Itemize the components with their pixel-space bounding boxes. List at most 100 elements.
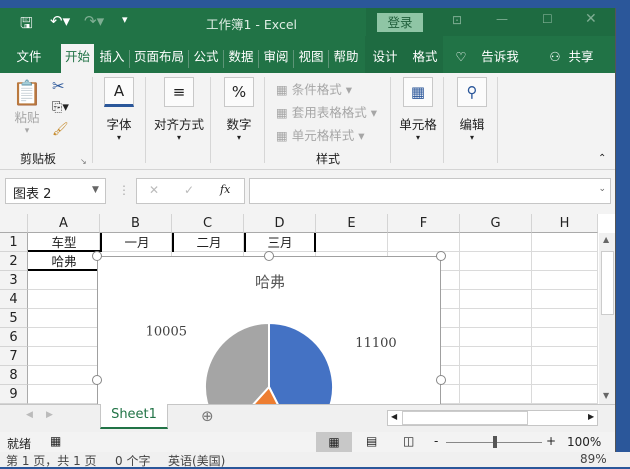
scroll-up-icon[interactable]: ▲ <box>603 235 609 244</box>
row-header-5[interactable]: 5 <box>0 309 28 328</box>
prev-sheet-icon[interactable]: ◀ <box>26 410 33 420</box>
collapse-ribbon-icon[interactable]: ⌃ <box>598 153 606 164</box>
ribbon-display-icon[interactable]: ⊡ <box>452 13 462 27</box>
dialog-launcher-icon[interactable]: ↘ <box>80 157 87 166</box>
minimize-button[interactable]: — <box>496 12 508 26</box>
lightbulb-icon: ♡ <box>455 49 467 64</box>
resize-handle[interactable] <box>264 251 274 261</box>
paste-button[interactable]: 📋 粘贴 ▾ <box>12 79 42 136</box>
name-box-value: 图表 2 <box>13 187 52 202</box>
tab-data[interactable]: 数据 <box>225 44 257 73</box>
column-header-G[interactable]: G <box>460 214 532 233</box>
redo-icon[interactable]: ↷▾ <box>84 12 104 30</box>
zoom-level[interactable]: 100% <box>567 435 601 449</box>
alignment-button[interactable]: ≡ 对齐方式 ▾ <box>150 77 208 142</box>
scroll-thumb[interactable] <box>601 251 614 315</box>
cell-A2[interactable]: 哈弗 <box>28 252 100 271</box>
row-header-8[interactable]: 8 <box>0 366 28 385</box>
scroll-left-icon[interactable]: ◀ <box>391 412 397 421</box>
row-header-2[interactable]: 2 <box>0 252 28 271</box>
column-header-B[interactable]: B <box>100 214 172 233</box>
format-painter-icon[interactable]: 🖌 <box>52 122 69 137</box>
add-sheet-icon[interactable]: ⊕ <box>201 407 214 425</box>
normal-view-button[interactable]: ▦ <box>316 432 352 452</box>
tab-view[interactable]: 视图 <box>295 44 327 73</box>
zoom-out-button[interactable]: - <box>434 434 438 448</box>
page-break-view-icon[interactable]: ◫ <box>403 434 414 448</box>
login-button[interactable]: 登录 <box>377 13 423 32</box>
cancel-icon[interactable]: ✕ <box>149 183 159 197</box>
name-box[interactable]: 图表 2 ▼ <box>5 178 106 204</box>
copy-icon[interactable]: ⎘▾ <box>52 100 69 115</box>
next-sheet-icon[interactable]: ▶ <box>46 410 53 420</box>
cell-A1[interactable]: 车型 <box>28 233 100 252</box>
resize-handle[interactable] <box>92 375 102 385</box>
title-bar: 🖫 ↶▾ ↷▾ ▾ 工作簿1 - Excel 登录 ⊡ — ☐ ✕ <box>0 8 615 38</box>
column-header-H[interactable]: H <box>532 214 598 233</box>
resize-handle[interactable] <box>92 251 102 261</box>
close-button[interactable]: ✕ <box>585 11 597 27</box>
word-page-count: 第 1 页，共 1 页 <box>6 454 97 468</box>
tab-insert[interactable]: 插入 <box>96 44 128 73</box>
tab-home[interactable]: 开始 <box>61 44 94 73</box>
save-icon[interactable]: 🖫 <box>20 13 33 38</box>
expand-formula-icon[interactable]: ⌄ <box>598 184 606 194</box>
tab-help[interactable]: 帮助 <box>330 44 362 73</box>
font-button[interactable]: A 字体 ▾ <box>101 77 137 142</box>
table-format-button[interactable]: ▦ 套用表格格式 ▾ <box>276 102 377 121</box>
tab-format[interactable]: 格式 <box>408 44 442 73</box>
formula-input[interactable]: ⌄ <box>249 178 611 204</box>
resize-handle[interactable] <box>436 251 446 261</box>
conditional-format-button[interactable]: ▦ 条件格式 ▾ <box>276 79 352 98</box>
pie-chart[interactable]: 哈弗 11100 10005 <box>97 256 441 452</box>
scroll-right-icon[interactable]: ▶ <box>588 412 594 421</box>
enter-icon[interactable]: ✓ <box>184 183 194 197</box>
font-icon: A <box>104 77 134 107</box>
tab-review[interactable]: 审阅 <box>260 44 292 73</box>
cell-C1[interactable]: 二月 <box>172 233 244 252</box>
tab-page-layout[interactable]: 页面布局 <box>131 44 187 73</box>
cell-B1[interactable]: 一月 <box>100 233 172 252</box>
column-header-C[interactable]: C <box>172 214 244 233</box>
row-header-9[interactable]: 9 <box>0 385 28 404</box>
page-layout-view-icon[interactable]: ▤ <box>366 434 377 448</box>
row-header-3[interactable]: 3 <box>0 271 28 290</box>
tab-file[interactable]: 文件 <box>8 44 50 73</box>
tell-me-button[interactable]: 告诉我 <box>478 44 522 73</box>
undo-icon[interactable]: ↶▾ <box>50 12 70 30</box>
scroll-thumb[interactable] <box>402 411 528 425</box>
share-button[interactable]: 共享 <box>564 44 598 73</box>
column-header-F[interactable]: F <box>388 214 460 233</box>
row-header-1[interactable]: 1 <box>0 233 28 252</box>
zoom-slider-thumb[interactable] <box>493 436 497 448</box>
scroll-down-icon[interactable]: ▼ <box>603 391 609 400</box>
row-header-7[interactable]: 7 <box>0 347 28 366</box>
font-label: 字体 <box>106 117 132 132</box>
cut-icon[interactable]: ✂ <box>52 77 65 95</box>
tab-design[interactable]: 设计 <box>368 44 402 73</box>
resize-handle[interactable] <box>436 375 446 385</box>
vertical-scrollbar[interactable]: ▲ ▼ <box>599 233 615 404</box>
insert-function-icon[interactable]: fx <box>220 183 230 196</box>
column-header-E[interactable]: E <box>316 214 388 233</box>
status-bar: 就绪 ▦ ▦ ▤ ◫ - + 100% <box>0 432 615 452</box>
row-header-4[interactable]: 4 <box>0 290 28 309</box>
number-button[interactable]: % 数字 ▾ <box>221 77 257 142</box>
horizontal-scrollbar[interactable]: ◀ ▶ <box>387 410 598 426</box>
column-header-D[interactable]: D <box>244 214 316 233</box>
cells-button[interactable]: ▦ 单元格 ▾ <box>398 77 438 142</box>
tab-formulas[interactable]: 公式 <box>190 44 222 73</box>
macro-record-icon[interactable]: ▦ <box>50 434 61 448</box>
customize-qat-icon[interactable]: ▾ <box>122 13 128 26</box>
maximize-button[interactable]: ☐ <box>542 12 553 26</box>
row-header-6[interactable]: 6 <box>0 328 28 347</box>
cell-D1[interactable]: 三月 <box>244 233 316 252</box>
column-header-A[interactable]: A <box>28 214 100 233</box>
ready-status: 就绪 <box>7 437 32 451</box>
sheet-tab-sheet1[interactable]: Sheet1 <box>100 404 168 429</box>
worksheet-grid[interactable]: ABCDEFGH 123456789 车型 一月 二月 三月 哈弗 哈弗 1110… <box>0 214 615 452</box>
cell-style-button[interactable]: ▦ 单元格样式 ▾ <box>276 125 365 144</box>
zoom-in-button[interactable]: + <box>546 434 556 448</box>
select-all-button[interactable] <box>0 214 28 233</box>
editing-button[interactable]: ⚲ 编辑 ▾ <box>454 77 490 142</box>
